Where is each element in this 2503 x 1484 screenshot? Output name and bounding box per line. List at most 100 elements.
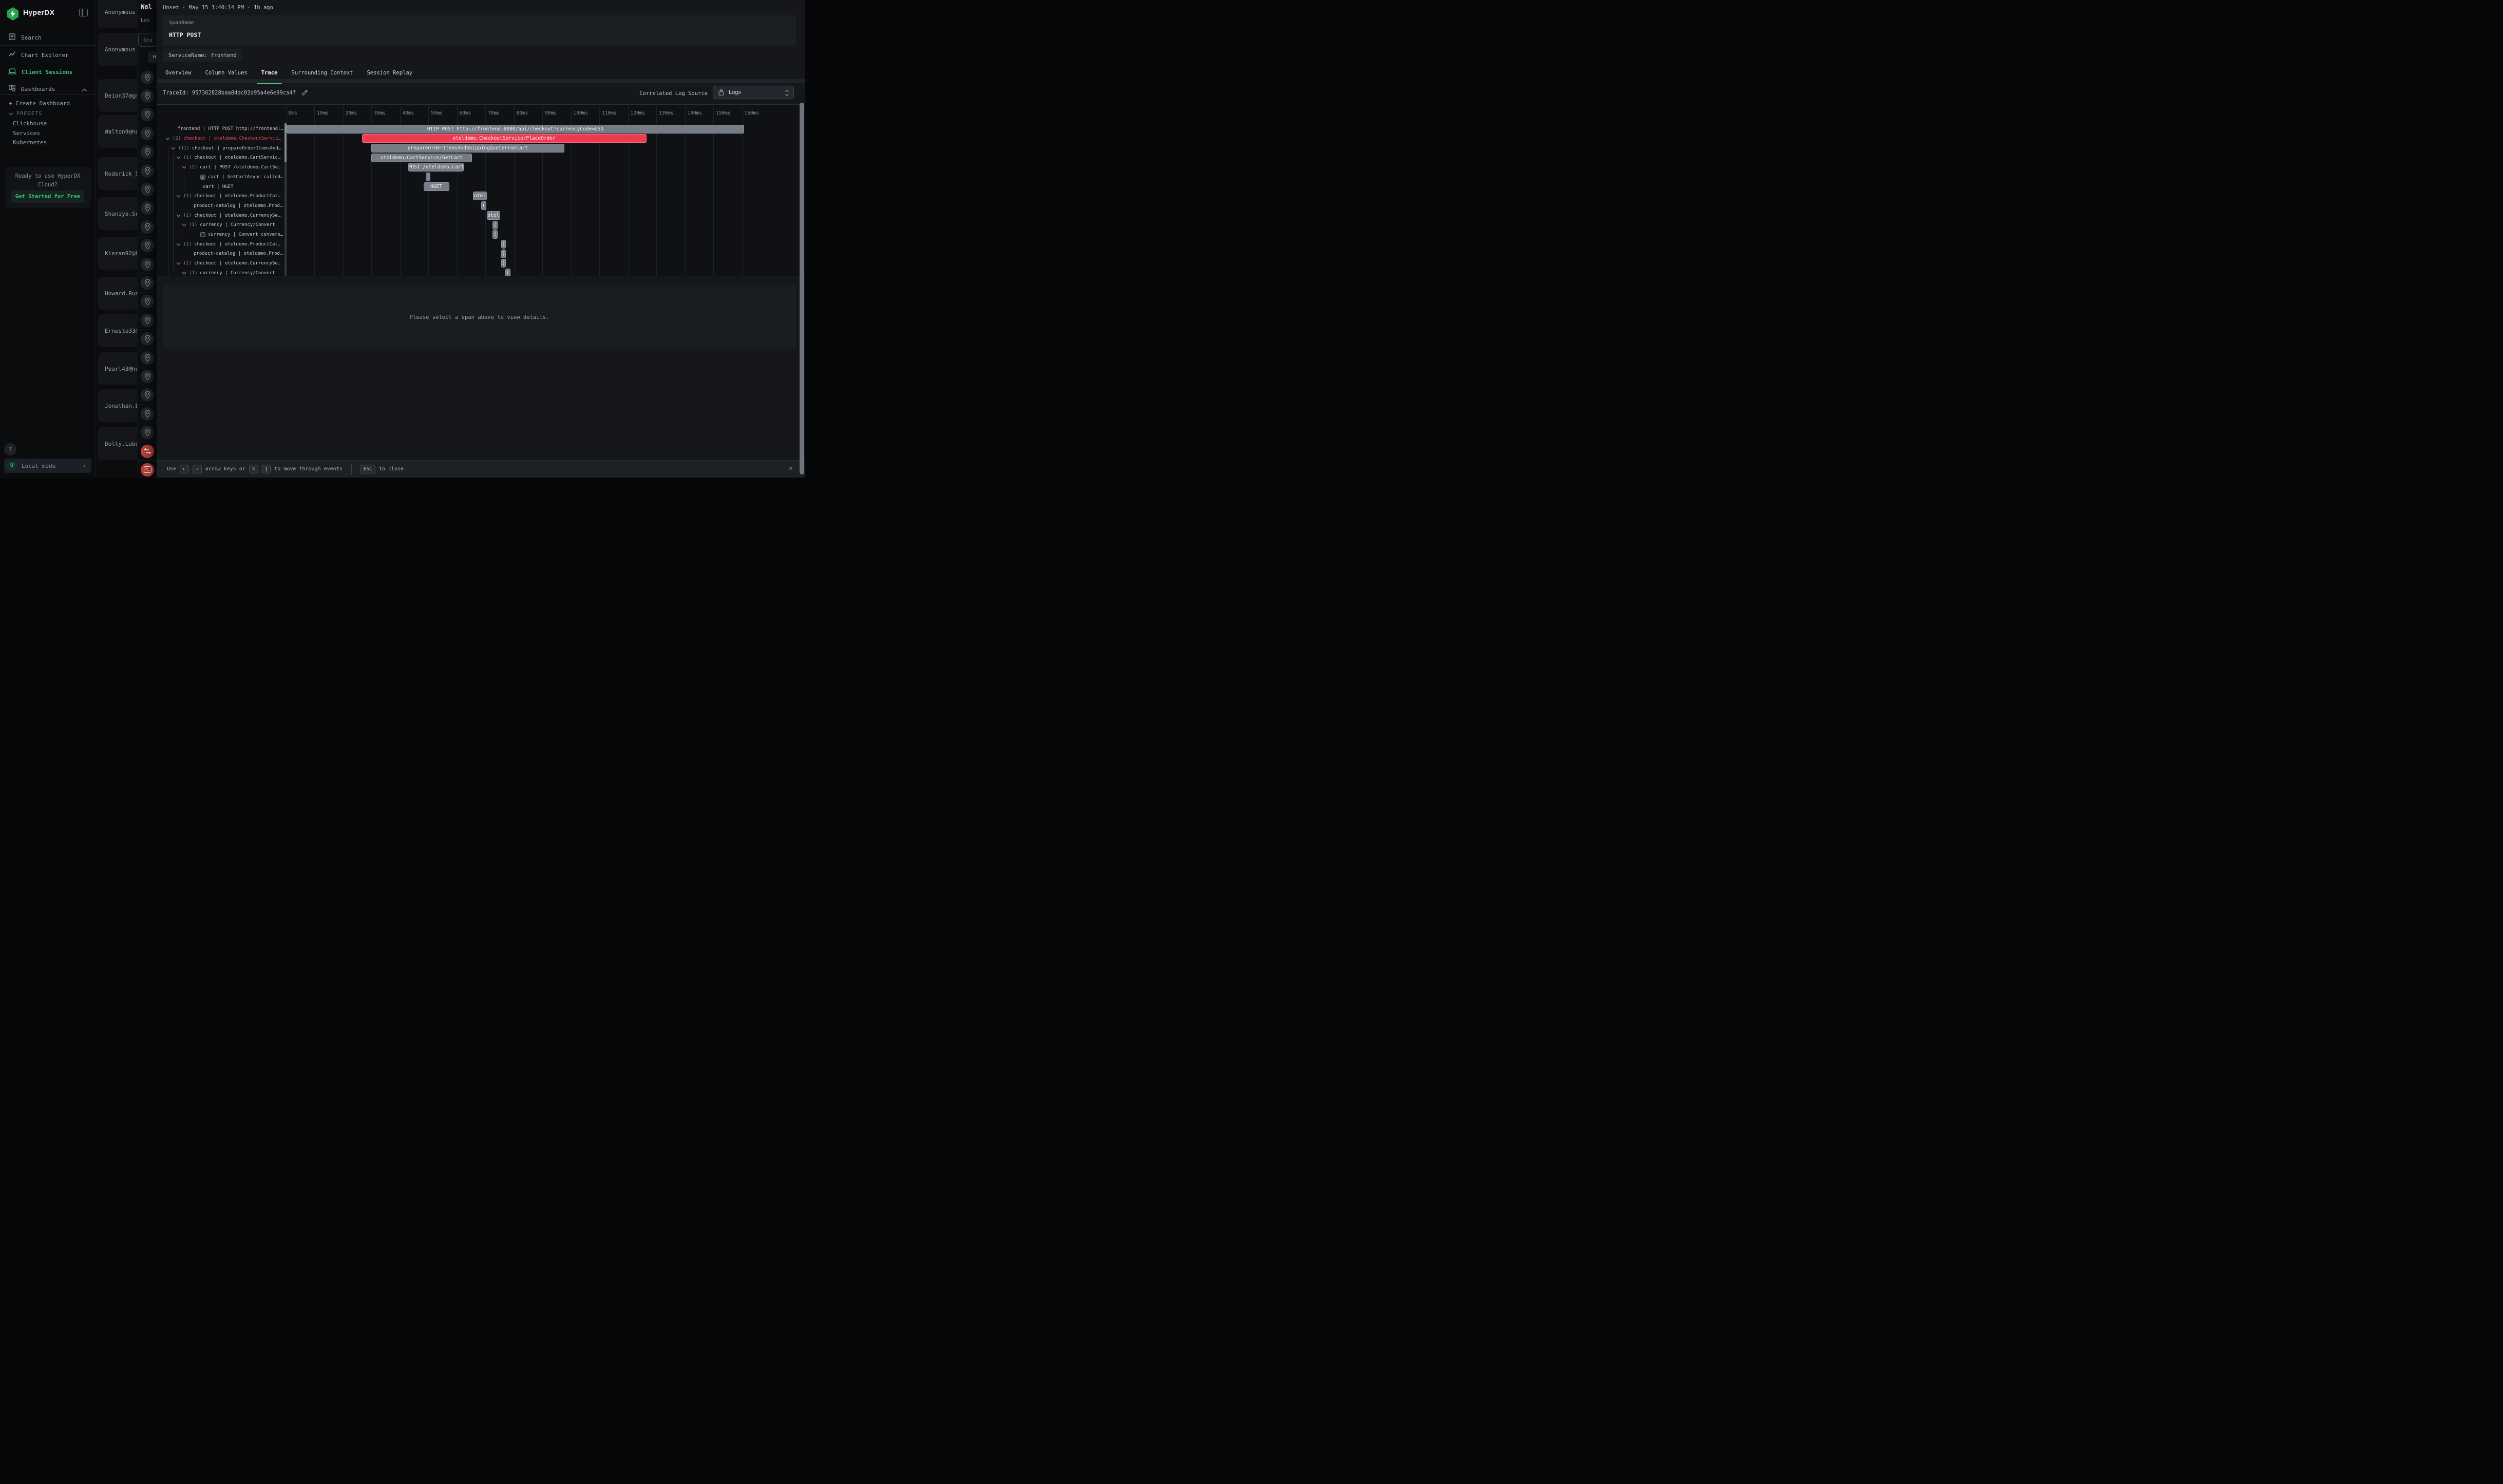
edit-pencil-icon[interactable] [301,89,308,99]
span-bar[interactable]: HGET [424,182,449,191]
span-bar[interactable]: POST /oteldemo.Cart [408,163,464,172]
span-tree-row[interactable]: (1)checkout | oteldemo.CurrencySe… [157,259,285,269]
event-row[interactable] [138,162,157,180]
span-bar[interactable]: otel [473,192,487,200]
event-row[interactable] [138,349,157,367]
session-card[interactable]: Kieran92@h [98,237,137,270]
session-card[interactable]: Anonymous [98,0,137,28]
filter-button[interactable]: H [148,51,157,63]
sidebar-item-dashboards[interactable]: Dashboards [0,82,96,96]
event-row[interactable] [138,442,157,461]
event-row[interactable] [138,405,157,423]
create-dashboard-link[interactable]: + Create Dashboard [9,100,104,107]
tree-scrollbar-thumb[interactable] [285,123,287,162]
span-tree-row[interactable]: (2)checkout | oteldemo.CheckoutServic… [157,134,285,144]
span-bar[interactable]: ( [501,259,506,268]
span-bar[interactable]: ( [492,230,497,239]
close-icon[interactable]: ✕ [789,465,793,472]
sidebar-item-chart-explorer[interactable]: Chart Explorer [0,48,96,62]
span-tree-row[interactable]: (1)checkout | oteldemo.ProductCat… [157,239,285,249]
span-label: checkout | oteldemo.CurrencySe… [194,261,280,266]
span-tree-row[interactable]: (11)checkout | prepareOrderItemsAnd… [157,143,285,153]
tab-surrounding-context[interactable]: Surrounding Context [291,67,353,79]
span-bar-label: oteldemo.CheckoutService/PlaceOrder [453,136,556,141]
session-card[interactable]: Ernesto33@ [98,314,137,347]
preset-clickhouse[interactable]: Clickhouse [13,120,108,127]
event-row[interactable] [138,330,157,348]
event-row[interactable] [138,199,157,218]
event-row[interactable] [138,87,157,105]
span-bar[interactable]: ( [492,221,497,230]
event-row[interactable] [138,124,157,143]
session-card[interactable]: Dolly.Lubo [98,427,137,460]
span-tree-row[interactable]: product-catalog | oteldemo.Prod… [157,201,285,211]
span-tree-row[interactable]: (1)currency | Currency/Convert [157,220,285,230]
help-button[interactable]: ? [4,443,16,455]
event-row[interactable] [138,274,157,292]
span-bar[interactable]: ( [501,240,506,249]
session-card[interactable]: Deion37@gm [98,79,137,112]
span-bar[interactable]: oteldemo.CartService/GetCart [371,154,472,162]
session-card[interactable]: Howard.Run [98,277,137,310]
search-input[interactable]: Sea [138,33,157,47]
preset-services[interactable]: Services [13,130,108,137]
span-tree-row[interactable]: (1)checkout | oteldemo.CurrencySe… [157,211,285,220]
span-bar[interactable]: ( [426,173,430,181]
service-name-chip[interactable]: ServiceName: frontend [163,49,242,62]
event-row[interactable]: >_ [138,461,157,478]
event-row[interactable] [138,293,157,311]
sidebar-item-search[interactable]: Search [0,31,96,44]
span-tree-row[interactable]: (1)checkout | oteldemo.ProductCat… [157,192,285,201]
event-row[interactable] [138,255,157,274]
span-tree-row[interactable]: frontend | HTTP POST http://frontend:… [157,124,285,134]
session-email: Shaniya.Sc [105,211,137,217]
span-tree-row[interactable]: cart | HGET [157,182,285,192]
session-card[interactable]: Walton9@ho [98,115,137,148]
event-row[interactable] [138,386,157,405]
session-card[interactable]: Anonymous [98,33,137,66]
location-pin-icon [141,351,154,365]
log-source-select[interactable]: Logs [713,86,794,99]
sidebar-item-client-sessions[interactable]: Client Sessions [0,65,96,79]
event-row[interactable] [138,218,157,236]
tab-session-replay[interactable]: Session Replay [367,67,412,79]
event-row[interactable] [138,237,157,255]
session-card[interactable]: Pearl43@ho [98,352,137,385]
span-tree-row[interactable]: cart | GetCartAsync called… [157,173,285,182]
session-card[interactable]: Roderick_S [98,157,137,190]
span-tree-row[interactable]: (2)cart | POST /oteldemo.CartSe… [157,163,285,173]
span-tree-row[interactable]: (1)checkout | oteldemo.CartServic… [157,153,285,163]
span-bar[interactable]: HTTP POST http://frontend:8080/api/check… [287,125,745,134]
user-menu[interactable]: U Local mode › [4,459,91,473]
event-row[interactable] [138,106,157,124]
span-tree-row[interactable]: product-catalog | oteldemo.Prod… [157,249,285,259]
session-card[interactable]: Shaniya.Sc [98,197,137,230]
event-row[interactable] [138,367,157,386]
location-pin-icon [141,164,154,178]
span-bar[interactable]: ( [481,201,486,210]
session-card[interactable]: Jonathan.B [98,389,137,422]
span-bar[interactable]: prepareOrderItemsAndShippingQuoteFromCar… [371,144,564,153]
location-pin-icon [141,183,154,196]
span-bar[interactable]: otel [487,211,500,220]
tab-overview[interactable]: Overview [165,67,192,79]
span-bar-label: HGET [430,184,442,189]
preset-kubernetes[interactable]: Kubernetes [13,139,108,146]
span-label: frontend | HTTP POST http://frontend:… [178,126,283,131]
tab-trace[interactable]: Trace [261,67,278,79]
span-tree-row[interactable]: (1)currency | Currency/Convert [157,269,285,276]
event-row[interactable] [138,311,157,330]
span-tree-row[interactable]: currency | Convert convers… [157,230,285,240]
event-row[interactable] [138,180,157,199]
event-row[interactable] [138,68,157,87]
span-bar[interactable]: ( [505,269,510,276]
span-bar[interactable]: ( [501,250,506,258]
collapse-sidebar-icon[interactable] [79,9,88,16]
span-bar[interactable]: oteldemo.CheckoutService/PlaceOrder [362,134,647,143]
event-row[interactable] [138,143,157,162]
event-row[interactable] [138,423,157,442]
tab-column-values[interactable]: Column Values [205,67,248,79]
get-started-button[interactable]: Get Started for Free [11,191,84,203]
panel-scrollbar-thumb[interactable] [800,103,804,474]
presets-toggle[interactable]: PRESETS [9,111,43,117]
